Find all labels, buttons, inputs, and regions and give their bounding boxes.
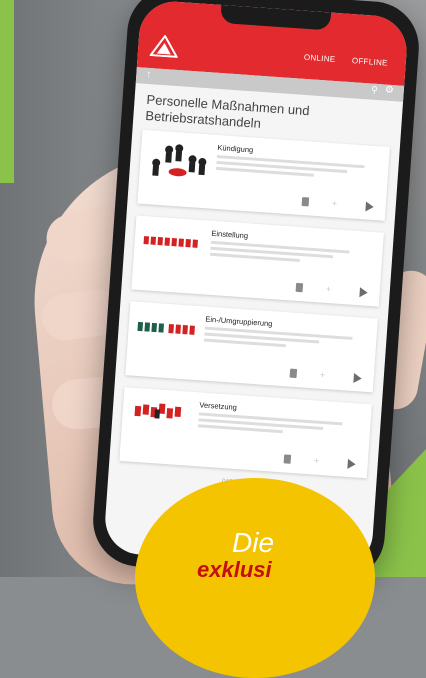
card-description (197, 412, 363, 443)
figures-image (152, 144, 207, 177)
green-accent-strip (0, 0, 14, 183)
trash-icon[interactable] (283, 454, 292, 464)
card-actions: + (283, 454, 357, 470)
card-description (215, 154, 381, 186)
play-icon[interactable] (347, 458, 357, 470)
promo-line-1: Die (232, 527, 275, 558)
offline-toggle[interactable]: OFFLINE (352, 56, 388, 67)
gear-icon[interactable]: ⚙ (384, 85, 394, 97)
card-actions: + (295, 282, 369, 298)
online-toggle[interactable]: ONLINE (304, 53, 336, 64)
play-icon[interactable] (365, 201, 375, 213)
card-title: Kündigung (217, 142, 254, 155)
plus-icon[interactable]: + (325, 284, 331, 294)
card-actions: + (301, 197, 375, 213)
figures-image (143, 236, 198, 248)
card-actions: + (289, 368, 363, 384)
card-title: Versetzung (199, 400, 238, 412)
promo-line-2: exklusi (197, 557, 272, 582)
card-einstellung[interactable]: Einstellung + (131, 215, 384, 307)
connection-status: ONLINE OFFLINE (290, 52, 388, 68)
card-description (203, 326, 369, 358)
card-kuendigung[interactable]: Kündigung + (137, 129, 390, 221)
card-title: Einstellung (211, 228, 249, 241)
card-versetzung[interactable]: Versetzung + (119, 387, 372, 479)
search-icon[interactable]: ⚲ (371, 85, 378, 96)
play-icon[interactable] (353, 373, 363, 384)
play-icon[interactable] (359, 287, 369, 298)
card-title: Ein-/Umgruppierung (205, 314, 273, 329)
trash-icon[interactable] (295, 282, 304, 293)
plus-icon[interactable]: + (313, 455, 319, 465)
trash-icon[interactable] (289, 368, 298, 379)
back-arrow-icon[interactable]: ↑ (146, 69, 152, 80)
plus-icon[interactable]: + (319, 370, 325, 380)
card-description (209, 240, 375, 272)
figures-image (137, 321, 195, 335)
card-ein-umgruppierung[interactable]: Ein-/Umgruppierung + (125, 301, 378, 393)
figures-image (134, 403, 182, 419)
logo-icon (149, 34, 179, 58)
trash-icon[interactable] (301, 197, 310, 207)
plus-icon[interactable]: + (331, 198, 337, 208)
